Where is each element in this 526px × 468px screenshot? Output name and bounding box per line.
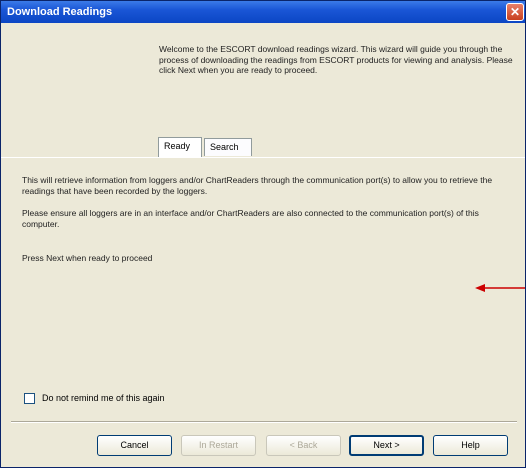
restart-button[interactable]: In Restart	[181, 435, 256, 456]
tab-panel-divider	[1, 157, 525, 158]
tab-search[interactable]: Search	[204, 138, 252, 156]
info-paragraph-2: Please ensure all loggers are in an inte…	[22, 208, 479, 229]
remind-checkbox-label: Do not remind me of this again	[42, 393, 165, 403]
remind-checkbox[interactable]	[24, 392, 35, 404]
wizard-window: Download Readings ✕ Welcome to the ESCOR…	[0, 0, 526, 468]
remind-checkbox-row[interactable]: Do not remind me of this again	[24, 391, 165, 405]
annotation-arrow-icon	[475, 284, 525, 292]
help-button[interactable]: Help	[433, 435, 508, 456]
button-separator	[11, 421, 517, 423]
next-button[interactable]: Next >	[349, 435, 424, 456]
info-paragraph-1: This will retrieve information from logg…	[22, 175, 493, 196]
tab-ready[interactable]: Ready	[158, 137, 202, 157]
wizard-intro-text: Welcome to the ESCORT download readings …	[159, 44, 513, 75]
title-bar[interactable]: Download Readings ✕	[1, 1, 525, 23]
info-paragraph-3: Press Next when ready to proceed	[22, 253, 153, 263]
back-button[interactable]: < Back	[266, 435, 341, 456]
close-icon[interactable]: ✕	[506, 3, 524, 21]
cancel-button[interactable]: Cancel	[97, 435, 172, 456]
window-title: Download Readings	[7, 6, 113, 18]
